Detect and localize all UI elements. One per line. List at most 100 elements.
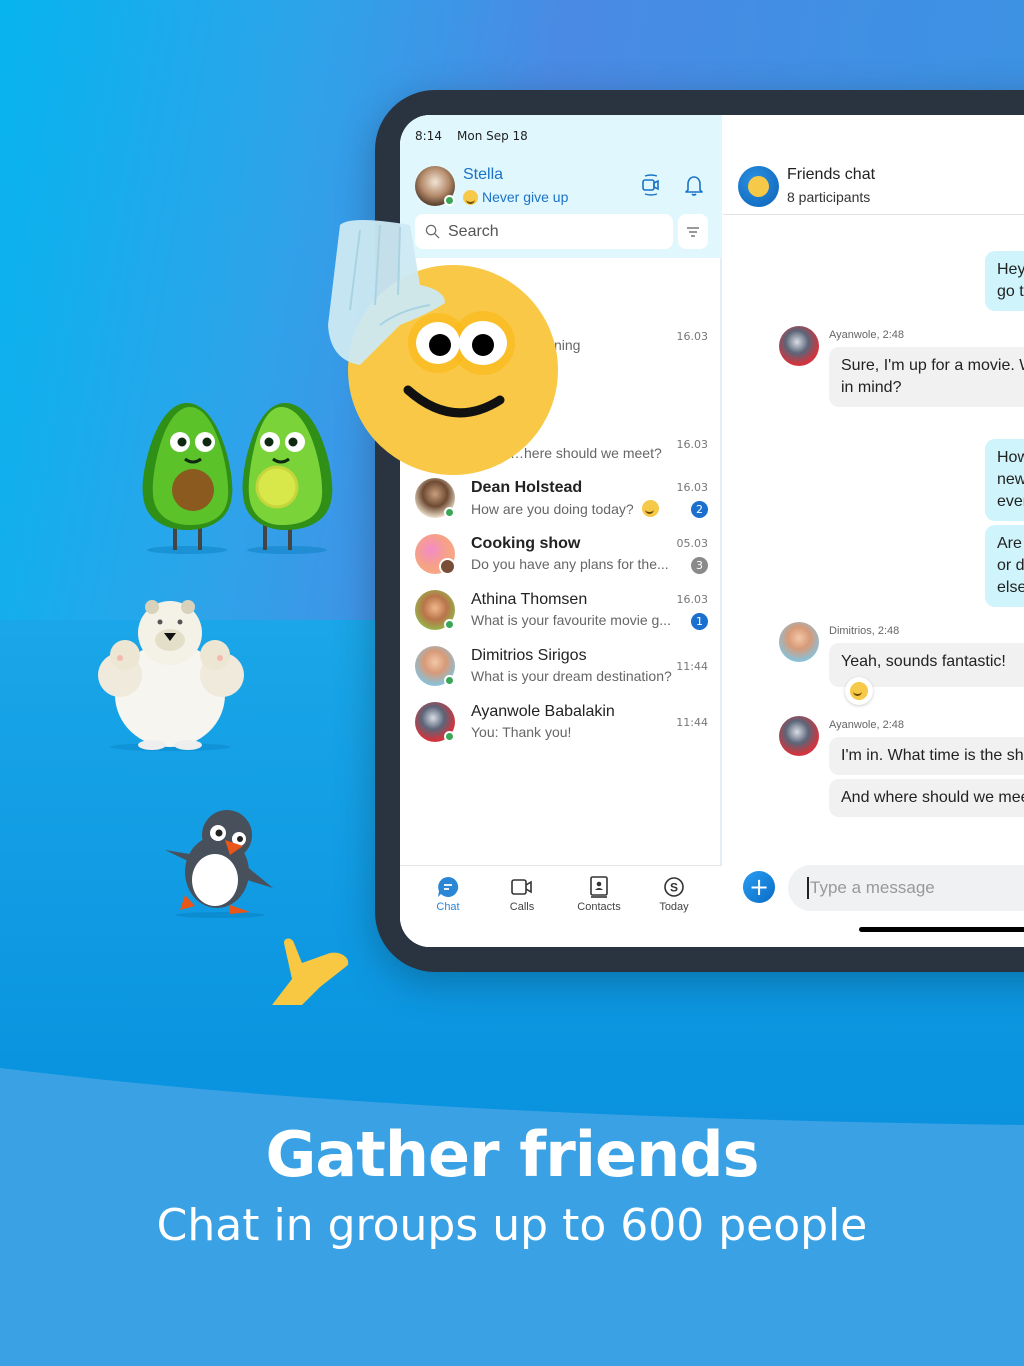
chat-time: 11:44 bbox=[676, 716, 708, 729]
message-line: How bbox=[997, 449, 1024, 466]
video-call-icon[interactable] bbox=[639, 173, 663, 197]
group-avatar bbox=[738, 166, 779, 207]
filter-icon bbox=[687, 226, 699, 237]
message-line: Yeah, sounds fantastic! bbox=[841, 653, 1006, 670]
sender-avatar[interactable] bbox=[779, 326, 819, 366]
nav-tab-chat[interactable]: Chat bbox=[410, 876, 486, 913]
nav-tab-contacts[interactable]: Contacts bbox=[561, 876, 637, 913]
message-bubble-incoming[interactable]: Sure, I'm up for a movie. W in mind? bbox=[829, 347, 1024, 407]
sender-label: Dimitrios, 2:48 bbox=[829, 625, 900, 637]
contact-avatar bbox=[415, 590, 455, 630]
chat-time: 16.03 bbox=[676, 481, 709, 494]
chat-icon bbox=[438, 876, 459, 897]
chat-list-item[interactable]: Ayanwole Babalakin You: Thank you! 11:44 bbox=[400, 702, 722, 758]
headline: Gather friends bbox=[265, 1118, 760, 1191]
nav-label: Today bbox=[659, 901, 689, 913]
skype-icon: S bbox=[664, 877, 684, 897]
add-attachment-button[interactable]: + bbox=[743, 871, 775, 903]
profile-avatar[interactable] bbox=[415, 166, 455, 206]
smile-emoji-icon bbox=[641, 500, 659, 517]
polar-bear-illustration bbox=[98, 600, 244, 751]
sender-label: Ayanwole, 2:48 bbox=[829, 329, 905, 341]
message-bubble-incoming[interactable]: I'm in. What time is the sh bbox=[829, 737, 1024, 775]
sender-label: Ayanwole, 2:48 bbox=[829, 719, 905, 731]
penguin-illustration bbox=[165, 810, 273, 918]
contacts-icon bbox=[590, 876, 608, 898]
message-line: new bbox=[997, 471, 1024, 488]
status-date: Mon Sep 18 bbox=[457, 129, 528, 143]
nav-label: Chat bbox=[436, 901, 460, 913]
svg-text:S: S bbox=[670, 881, 678, 895]
smile-emoji-icon bbox=[850, 682, 868, 700]
chat-time: 16.03 bbox=[676, 593, 709, 606]
grin-emoji-icon bbox=[463, 189, 478, 205]
participant-count: 8 participants bbox=[787, 189, 871, 205]
mood-text: Never give up bbox=[482, 189, 569, 205]
sender-avatar[interactable] bbox=[779, 622, 819, 662]
chat-list-item[interactable]: Dean Holstead How are you doing today? 1… bbox=[400, 478, 722, 534]
chat-time: 16.03 bbox=[676, 438, 709, 451]
nav-tab-calls[interactable]: Calls bbox=[484, 876, 560, 913]
video-icon bbox=[511, 879, 532, 895]
sender-avatar[interactable] bbox=[779, 716, 819, 756]
unread-badge: 3 bbox=[691, 557, 708, 574]
nav-label: Contacts bbox=[577, 901, 621, 913]
presence-online-indicator bbox=[444, 675, 455, 686]
message-line: in mind? bbox=[841, 379, 902, 396]
chat-name: Ayanwole Babalakin bbox=[471, 703, 615, 720]
message-line: ever bbox=[997, 493, 1024, 510]
message-bubble-incoming[interactable]: And where should we mee bbox=[829, 779, 1024, 817]
text-caret bbox=[807, 877, 809, 899]
conversation-pane: Friends chat 8 participants Hey go t Aya… bbox=[723, 115, 1024, 947]
status-time: 8:14 bbox=[415, 129, 442, 143]
reaction-badge[interactable] bbox=[845, 677, 873, 705]
presence-online-indicator bbox=[444, 195, 455, 206]
message-line: go t bbox=[997, 283, 1024, 300]
nav-tab-today[interactable]: S Today bbox=[636, 876, 712, 913]
contact-avatar bbox=[415, 702, 455, 742]
profile-name[interactable]: Stella bbox=[463, 166, 503, 184]
chat-time: 11:44 bbox=[676, 660, 708, 673]
chat-preview: You: Thank you! bbox=[471, 724, 572, 740]
message-line: Hey bbox=[997, 261, 1024, 278]
chat-name: Athina Thomsen bbox=[471, 591, 588, 608]
member-mini-avatar bbox=[439, 558, 456, 575]
contact-avatar bbox=[415, 646, 455, 686]
message-input[interactable]: Type a message bbox=[788, 865, 1024, 911]
message-line: I'm in. What time is the sh bbox=[841, 747, 1024, 764]
message-bubble-outgoing[interactable]: Are or d else bbox=[985, 525, 1024, 607]
contact-avatar bbox=[415, 478, 455, 518]
chat-preview: Do you have any plans for the... bbox=[471, 556, 669, 572]
home-indicator bbox=[859, 927, 1024, 932]
facepalm-emoji-sticker bbox=[328, 220, 558, 475]
subheadline: Chat in groups up to 600 people bbox=[156, 1200, 868, 1251]
message-bubble-outgoing[interactable]: How new ever bbox=[985, 439, 1024, 521]
message-line: else bbox=[997, 579, 1024, 596]
shaka-hand-icon bbox=[272, 938, 349, 1005]
chat-time: 16.03 bbox=[676, 330, 709, 343]
profile-mood[interactable]: Never give up bbox=[463, 189, 568, 205]
chat-preview-text: How are you doing today? bbox=[471, 500, 634, 517]
conversation-header[interactable]: Friends chat 8 participants bbox=[723, 115, 1024, 215]
chat-name: Cooking show bbox=[471, 535, 581, 552]
group-avatar bbox=[415, 534, 456, 575]
smile-emoji-icon bbox=[748, 176, 769, 197]
unread-badge: 2 bbox=[691, 501, 708, 518]
avocado-illustration bbox=[142, 403, 333, 554]
nav-label: Calls bbox=[509, 901, 535, 913]
chat-preview: What is your dream destination? bbox=[471, 668, 672, 684]
conversation-title: Friends chat bbox=[787, 166, 876, 183]
message-placeholder: Type a message bbox=[810, 878, 935, 897]
chat-preview: What is your favourite movie g... bbox=[471, 612, 671, 628]
bell-icon[interactable] bbox=[682, 173, 706, 197]
chat-list-item[interactable]: Cooking show Do you have any plans for t… bbox=[400, 534, 722, 590]
bottom-nav: Chat Calls Contacts S Today bbox=[400, 865, 722, 947]
message-bubble-outgoing[interactable]: Hey go t bbox=[985, 251, 1024, 311]
message-line: And where should we mee bbox=[841, 789, 1024, 806]
chat-name: Dean Holstead bbox=[471, 479, 583, 496]
filter-button[interactable] bbox=[678, 214, 708, 249]
chat-list-item[interactable]: Athina Thomsen What is your favourite mo… bbox=[400, 590, 722, 646]
message-line: Are bbox=[997, 535, 1022, 552]
chat-list-item[interactable]: Dimitrios Sirigos What is your dream des… bbox=[400, 646, 722, 702]
presence-online-indicator bbox=[444, 731, 455, 742]
